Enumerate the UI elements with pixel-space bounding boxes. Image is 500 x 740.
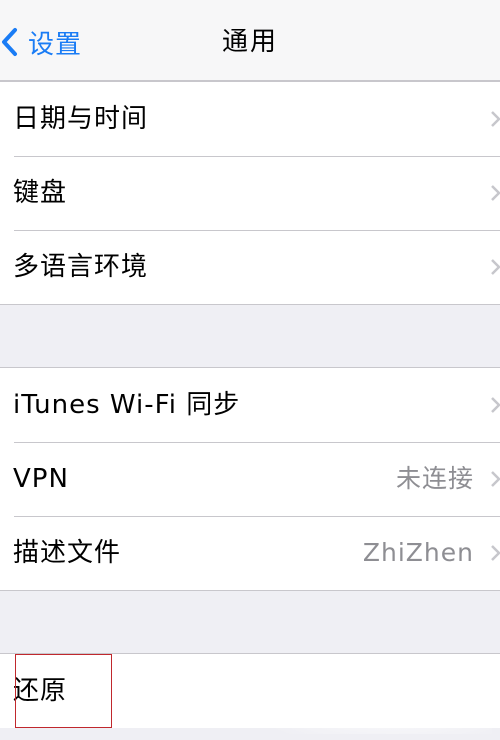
- row-value: 未连接: [395, 464, 474, 493]
- row-language-region[interactable]: 多语言环境: [0, 230, 500, 304]
- page-title: 通用: [221, 27, 278, 57]
- settings-group-3: 还原: [0, 653, 500, 728]
- row-reset[interactable]: 还原: [0, 654, 500, 728]
- chevron-right-icon: [490, 184, 500, 202]
- row-label: VPN: [13, 464, 69, 494]
- row-value: ZhiZhen: [362, 538, 474, 567]
- row-label: 描述文件: [13, 538, 122, 568]
- chevron-right-icon: [490, 544, 500, 562]
- row-keyboard[interactable]: 键盘: [0, 156, 500, 230]
- row-label: 日期与时间: [13, 104, 149, 134]
- chevron-right-icon: [490, 396, 500, 414]
- chevron-right-icon: [490, 470, 500, 488]
- row-profile[interactable]: 描述文件 ZhiZhen: [0, 516, 500, 590]
- settings-group-1: 日期与时间 键盘 多语言环境: [0, 81, 500, 305]
- navigation-bar: 设置 通用: [0, 0, 500, 81]
- row-vpn[interactable]: VPN 未连接: [0, 442, 500, 516]
- chevron-right-icon: [490, 258, 500, 276]
- settings-group-2: iTunes Wi-Fi 同步 VPN 未连接 描述文件 ZhiZhen: [0, 367, 500, 591]
- row-date-time[interactable]: 日期与时间: [0, 82, 500, 156]
- row-itunes-wifi-sync[interactable]: iTunes Wi-Fi 同步: [0, 368, 500, 442]
- row-label: iTunes Wi-Fi 同步: [13, 390, 241, 420]
- row-label: 键盘: [13, 178, 68, 208]
- row-label: 还原: [13, 676, 68, 706]
- chevron-right-icon: [490, 110, 500, 128]
- row-label: 多语言环境: [13, 252, 149, 282]
